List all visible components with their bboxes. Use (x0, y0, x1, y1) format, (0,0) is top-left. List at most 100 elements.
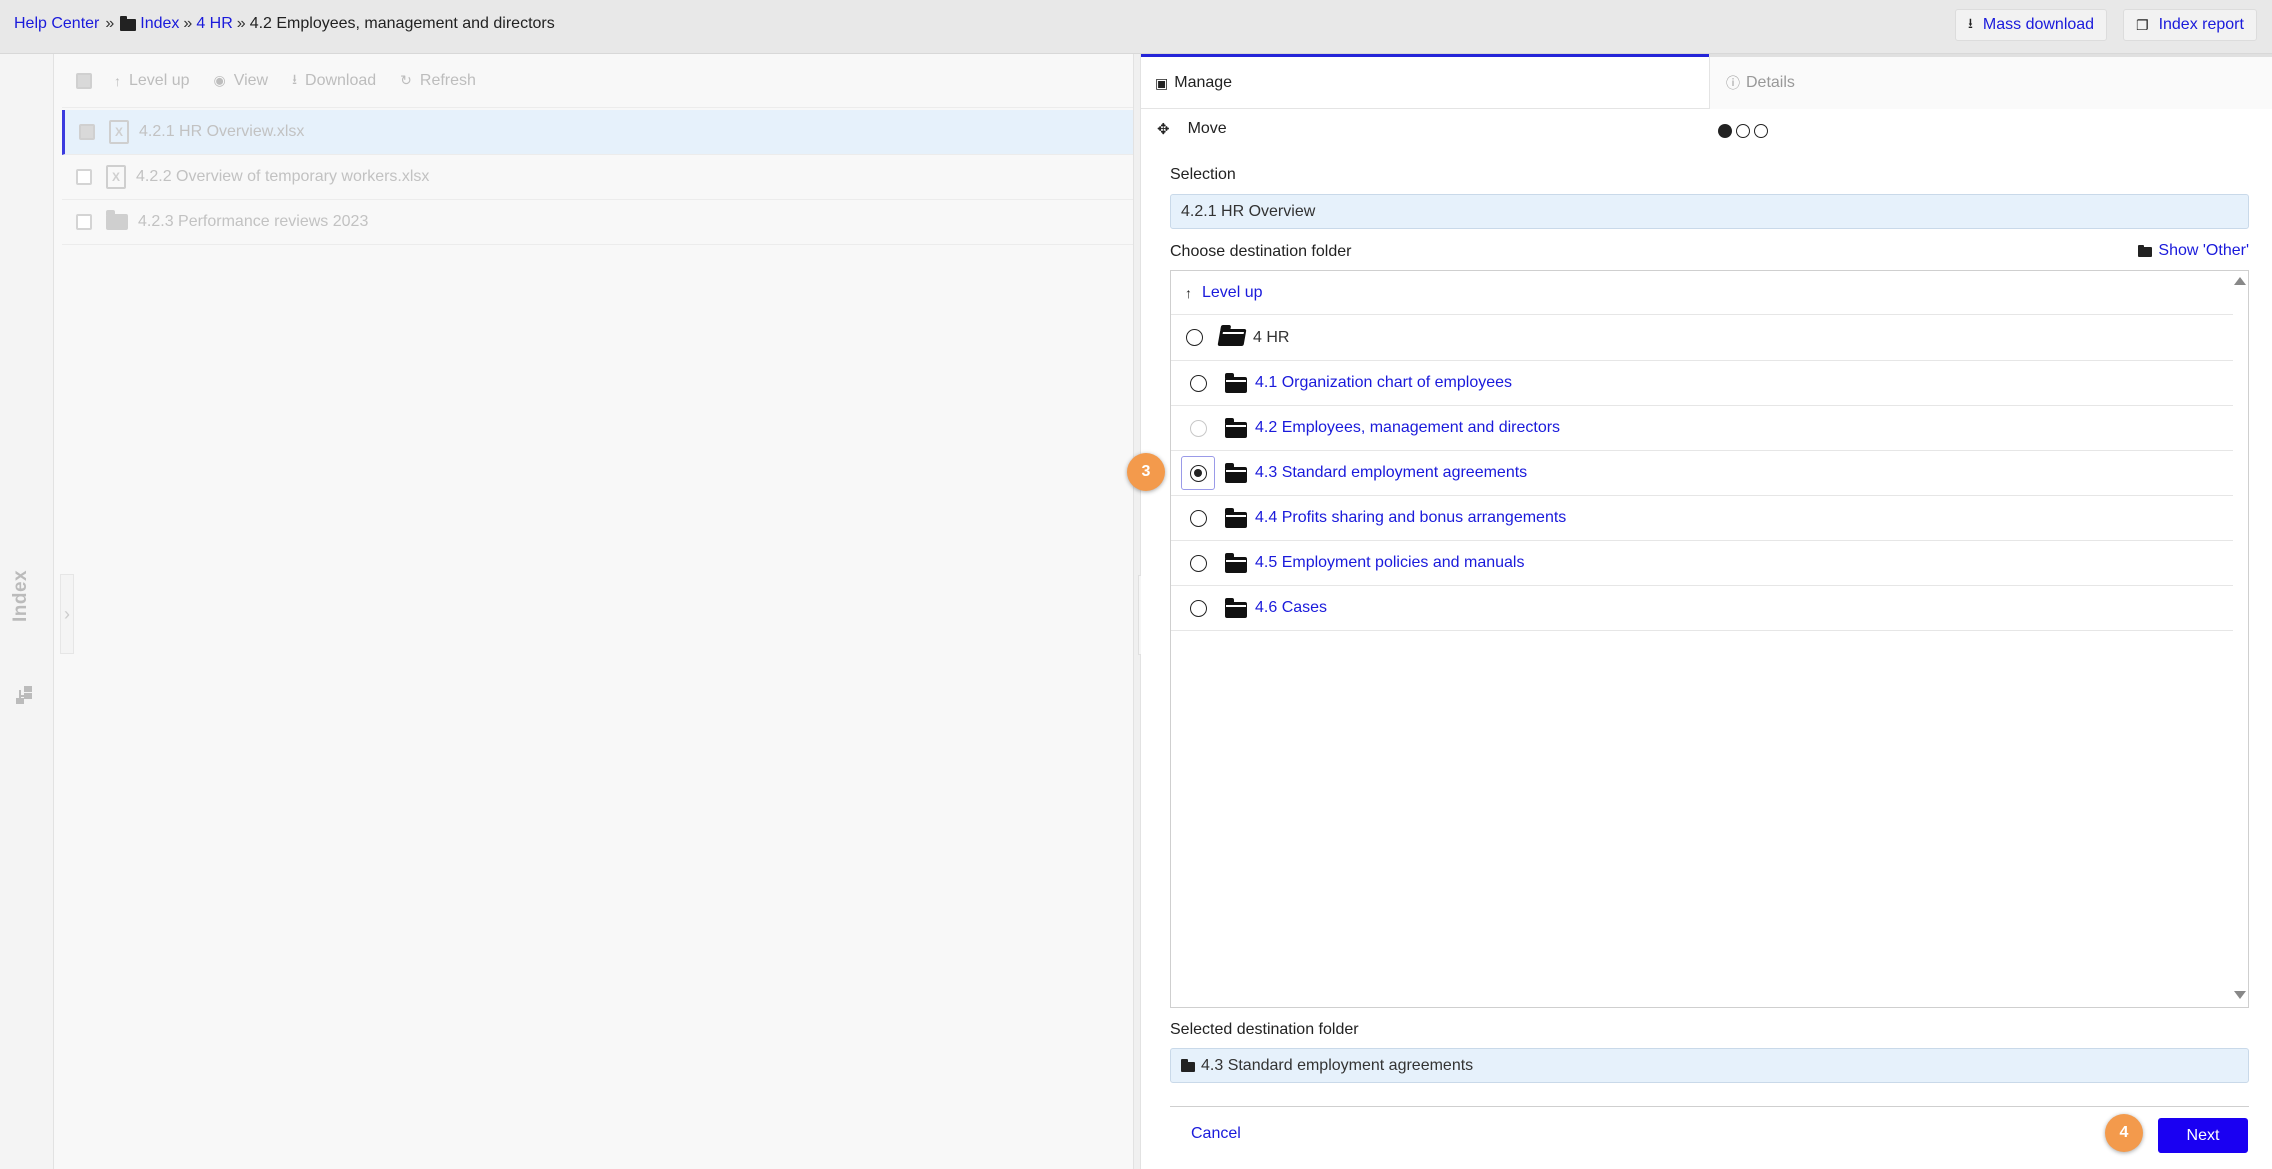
folder-radio[interactable] (1181, 501, 1215, 535)
file-row[interactable]: X 4.2.1 HR Overview.xlsx (62, 110, 1133, 155)
radio-button (1185, 329, 1203, 346)
step-dot (1754, 124, 1768, 138)
radio-button (1189, 554, 1207, 572)
destination-folder-tree[interactable]: ↑ Level up 4 HR 4.1 Organization chart o… (1170, 270, 2249, 1008)
folder-icon (106, 210, 128, 230)
expand-index-handle[interactable]: › (60, 574, 74, 654)
step-dot (1736, 124, 1750, 138)
folder-radio (1181, 411, 1215, 445)
file-toolbar: ↑ Level up ◉ View ⭳ Download ↻ Refresh (62, 54, 1133, 108)
radio-parent[interactable] (1177, 321, 1211, 355)
breadcrumb-current: 4.2 Employees, management and directors (249, 15, 555, 32)
step-indicator (1718, 124, 1772, 138)
download-icon: ⭳ (1968, 15, 1973, 31)
info-icon: ⓘ (1726, 75, 1740, 91)
folder-icon (1225, 598, 1247, 618)
selection-label: Selection (1170, 166, 1236, 183)
tree-folder-row[interactable]: 4.6 Cases (1171, 586, 2233, 631)
tree-folder-row[interactable]: 4.1 Organization chart of employees (1171, 361, 2233, 406)
tree-level-up[interactable]: ↑ Level up (1171, 271, 2233, 315)
tab-details-label: Details (1746, 74, 1795, 91)
refresh-button[interactable]: ↻ Refresh (400, 72, 476, 90)
file-row[interactable]: X 4.2.2 Overview of temporary workers.xl… (62, 155, 1133, 200)
arrow-up-icon: ↑ (1185, 284, 1192, 301)
tab-manage-label: Manage (1174, 74, 1233, 91)
show-other-link[interactable]: Show 'Other' (2138, 242, 2249, 260)
file-row[interactable]: 4.2.3 Performance reviews 2023 (62, 200, 1133, 245)
file-checkbox[interactable] (79, 124, 95, 140)
select-all-checkbox[interactable] (76, 72, 92, 89)
folder-name[interactable]: 4.1 Organization chart of employees (1255, 374, 1512, 392)
cancel-button[interactable]: Cancel (1191, 1125, 1241, 1143)
tab-manage[interactable]: ▣ Manage (1141, 54, 1709, 109)
file-checkbox[interactable] (76, 169, 92, 185)
scroll-up-arrow[interactable] (2234, 277, 2246, 285)
eye-icon: ◉ (213, 72, 226, 88)
folder-name[interactable]: 4.6 Cases (1255, 599, 1327, 617)
download-button[interactable]: ⭳ Download (292, 69, 376, 93)
breadcrumb-help-center[interactable]: Help Center (14, 15, 99, 33)
scroll-down-arrow[interactable] (2234, 991, 2246, 999)
breadcrumb-separator: » (183, 15, 193, 32)
panel-tabs: ▣ Manage ⓘ Details (1141, 54, 2272, 109)
download-label: Download (305, 71, 377, 89)
folder-name[interactable]: 4.2 Employees, management and directors (1255, 419, 1560, 437)
manage-panel: ▣ Manage ⓘ Details ✥ Move Selection 4.2.… (1141, 54, 2272, 1169)
breadcrumb-separator: » (105, 15, 115, 32)
folder-radio[interactable] (1181, 456, 1215, 490)
selected-destination-field: 4.3 Standard employment agreements (1170, 1048, 2249, 1083)
folder-icon (1225, 508, 1247, 528)
show-other-label: Show 'Other' (2158, 242, 2249, 259)
radio-button (1189, 509, 1207, 527)
excel-file-icon: X (109, 120, 129, 144)
folder-radio[interactable] (1181, 546, 1215, 580)
file-checkbox[interactable] (76, 214, 92, 230)
tree-folder-row[interactable]: 4.4 Profits sharing and bonus arrangemen… (1171, 496, 2233, 541)
tree-folder-row[interactable]: 4.3 Standard employment agreements (1171, 451, 2233, 496)
folder-icon (1181, 1058, 1195, 1072)
tree-icon (16, 686, 34, 704)
radio-button (1189, 464, 1207, 482)
next-button[interactable]: Next (2158, 1118, 2248, 1153)
selection-field: 4.2.1 HR Overview (1170, 194, 2249, 229)
top-bar: Help Center » Index » 4 HR » 4.2 Employe… (0, 0, 2272, 54)
folder-radio[interactable] (1181, 366, 1215, 400)
open-folder-icon (1217, 329, 1247, 346)
index-sidebar-label: Index (10, 569, 31, 622)
folder-icon (1225, 553, 1247, 573)
step-dot (1718, 124, 1732, 138)
breadcrumb-index[interactable]: Index (140, 15, 179, 33)
tree-parent-folder[interactable]: 4 HR (1171, 315, 2233, 361)
view-label: View (233, 71, 269, 89)
arrow-up-icon: ↑ (114, 72, 121, 89)
step-marker-3: 3 (1127, 453, 1165, 491)
tree-folder-row[interactable]: 4.5 Employment policies and manuals (1171, 541, 2233, 586)
folder-name[interactable]: 4.3 Standard employment agreements (1255, 464, 1527, 482)
selected-destination-label: Selected destination folder (1170, 1021, 1359, 1038)
radio-button (1189, 599, 1207, 617)
tree-folder-row[interactable]: 4.2 Employees, management and directors (1171, 406, 2233, 451)
level-up-label: Level up (129, 71, 190, 89)
folder-name[interactable]: 4.4 Profits sharing and bonus arrangemen… (1255, 509, 1566, 527)
breadcrumb-4-hr[interactable]: 4 HR (196, 15, 232, 33)
folder-name[interactable]: 4.5 Employment policies and manuals (1255, 554, 1524, 572)
folder-icon (2138, 245, 2153, 257)
file-list-panel: › ↑ Level up ◉ View ⭳ Download ↻ Refresh X 4… (54, 54, 1133, 1169)
file-name: 4.2.2 Overview of temporary workers.xlsx (136, 168, 430, 185)
folder-icon (120, 16, 137, 31)
action-header: ✥ Move (1157, 120, 1227, 138)
tree-level-up-label: Level up (1202, 283, 1263, 301)
tab-details[interactable]: ⓘ Details (1709, 54, 2272, 109)
excel-file-icon: X (106, 165, 126, 189)
folder-icon (1225, 463, 1247, 483)
index-sidebar-collapsed[interactable]: Index (0, 54, 54, 1169)
index-report-button[interactable]: ❐ Index report (2123, 9, 2257, 41)
level-up-button[interactable]: ↑ Level up (114, 72, 190, 90)
radio-button (1189, 374, 1207, 392)
mass-download-button[interactable]: ⭳ Mass download (1955, 9, 2108, 41)
folder-radio[interactable] (1181, 591, 1215, 625)
folder-icon (1225, 373, 1247, 393)
selected-destination-value: 4.3 Standard employment agreements (1201, 1056, 1474, 1074)
view-button[interactable]: ◉ View (214, 72, 269, 90)
folder-icon (1225, 418, 1247, 438)
